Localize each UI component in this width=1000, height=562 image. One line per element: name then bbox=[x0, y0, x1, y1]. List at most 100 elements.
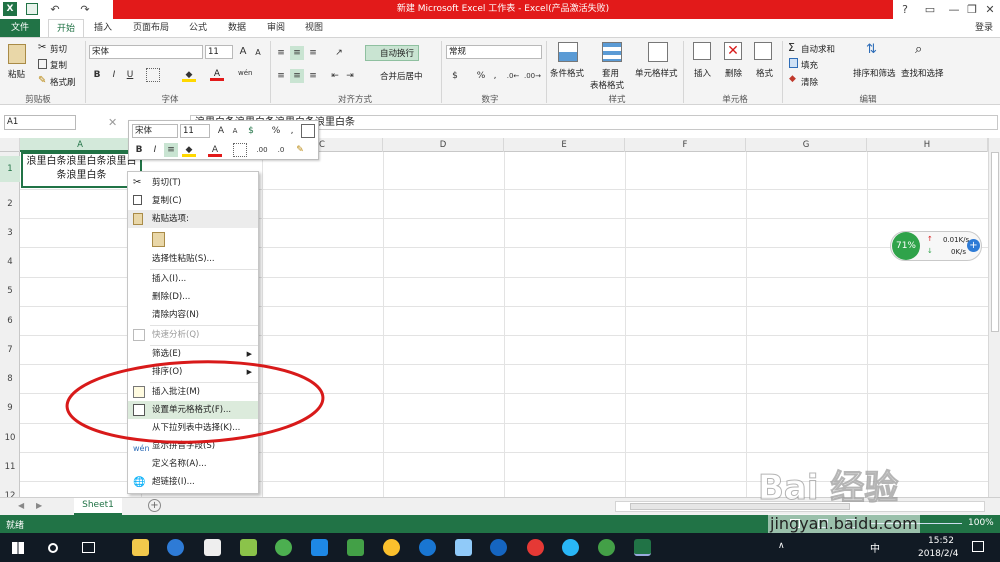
find-select-button[interactable]: 查找和选择 bbox=[901, 67, 944, 79]
redo-icon[interactable]: ↷ bbox=[78, 0, 92, 19]
menu-item-cut[interactable]: ✂ 剪切(T) bbox=[128, 174, 258, 192]
borders-icon[interactable] bbox=[146, 68, 160, 82]
format-painter-button[interactable]: 格式刷 bbox=[50, 76, 76, 88]
paste-icon[interactable] bbox=[8, 44, 26, 64]
tab-data[interactable]: 数据 bbox=[228, 19, 246, 37]
font-color-button[interactable]: A bbox=[210, 67, 224, 81]
align-top-icon[interactable]: ≡ bbox=[274, 46, 288, 60]
align-center-icon[interactable]: ≡ bbox=[290, 69, 304, 83]
app-yellow-icon[interactable] bbox=[383, 539, 400, 556]
indent-increase-icon[interactable]: ⇥ bbox=[343, 69, 357, 83]
menu-item-define-name[interactable]: 定义名称(A)... bbox=[128, 455, 258, 473]
sheet-next-icon[interactable]: ▶ bbox=[36, 501, 42, 510]
insert-cells-button[interactable]: 插入 bbox=[694, 67, 711, 79]
wechat-icon[interactable] bbox=[598, 539, 615, 556]
currency-icon[interactable]: $ bbox=[448, 69, 462, 83]
clock-time[interactable]: 15:52 bbox=[928, 536, 954, 546]
mini-currency-icon[interactable]: $ bbox=[244, 124, 258, 138]
clear-button[interactable]: 清除 bbox=[801, 76, 818, 88]
ribbon-display-icon[interactable]: ▭ bbox=[920, 0, 940, 19]
save-icon[interactable] bbox=[26, 3, 38, 15]
mini-percent-button[interactable]: % bbox=[269, 124, 283, 138]
tab-review[interactable]: 审阅 bbox=[267, 19, 285, 37]
row-header-7[interactable]: 7 bbox=[0, 345, 20, 355]
font-size-select[interactable]: 11 bbox=[205, 45, 233, 59]
merge-center-button[interactable]: 合并后居中 bbox=[367, 70, 423, 82]
format-cells-ribbon-button[interactable]: 格式 bbox=[756, 67, 773, 79]
row-header-1[interactable]: 1 bbox=[0, 156, 20, 182]
minimize-button[interactable]: — bbox=[945, 0, 963, 19]
row-header-4[interactable]: 4 bbox=[0, 257, 20, 267]
tab-insert[interactable]: 插入 bbox=[94, 19, 112, 37]
cancel-icon[interactable]: ✕ bbox=[108, 116, 117, 129]
restore-button[interactable]: ❐ bbox=[963, 0, 981, 19]
scroll-thumb[interactable] bbox=[991, 152, 999, 332]
paint-icon[interactable] bbox=[240, 539, 257, 556]
fill-button[interactable]: 填充 bbox=[801, 59, 818, 71]
row-header-2[interactable]: 2 bbox=[0, 199, 20, 209]
app-blue-icon[interactable] bbox=[419, 539, 436, 556]
undo-icon[interactable]: ↶ bbox=[48, 0, 62, 19]
file-explorer-icon[interactable] bbox=[132, 539, 149, 556]
format-as-table-label-2[interactable]: 表格格式 bbox=[590, 79, 624, 91]
select-all-corner[interactable] bbox=[0, 138, 20, 152]
mini-increase-decimal-button[interactable]: .00 bbox=[255, 143, 269, 157]
conditional-format-button[interactable]: 条件格式 bbox=[550, 67, 584, 79]
row-header-6[interactable]: 6 bbox=[0, 316, 20, 326]
vertical-scrollbar[interactable] bbox=[988, 138, 1000, 497]
phonetic-button[interactable]: wén bbox=[238, 66, 252, 80]
add-sheet-icon[interactable]: + bbox=[148, 499, 161, 512]
close-button[interactable]: ✕ bbox=[981, 0, 999, 19]
mini-bold-button[interactable]: B bbox=[132, 143, 146, 157]
column-header-h[interactable]: H bbox=[867, 138, 988, 152]
sheet-tab-sheet1[interactable]: Sheet1 bbox=[74, 498, 122, 515]
column-header-d[interactable]: D bbox=[383, 138, 504, 152]
wrap-text-button[interactable]: 自动换行 bbox=[365, 45, 420, 61]
weibo-icon[interactable] bbox=[527, 539, 544, 556]
align-left-icon[interactable]: ≡ bbox=[274, 69, 288, 83]
row-header-9[interactable]: 9 bbox=[0, 403, 20, 413]
login-link[interactable]: 登录 bbox=[975, 19, 993, 37]
column-header-f[interactable]: F bbox=[625, 138, 746, 152]
mini-shrink-font-icon[interactable]: A bbox=[228, 124, 242, 138]
menu-item-delete[interactable]: 删除(D)... bbox=[128, 288, 258, 306]
video-player-icon[interactable] bbox=[311, 539, 328, 556]
menu-item-hyperlink[interactable]: 🌐 超链接(I)... bbox=[128, 473, 258, 491]
align-bottom-icon[interactable]: ≡ bbox=[306, 46, 320, 60]
indent-decrease-icon[interactable]: ⇤ bbox=[328, 69, 342, 83]
app-green-icon[interactable] bbox=[275, 539, 292, 556]
percent-button[interactable]: % bbox=[474, 69, 488, 83]
menu-item-clear-contents[interactable]: 清除内容(N) bbox=[128, 306, 258, 324]
netspeed-widget[interactable]: 71% ↑ 0.01K/s ↓ 0K/s + bbox=[890, 231, 982, 261]
mini-comma-button[interactable]: , bbox=[285, 124, 299, 138]
mini-italic-button[interactable]: I bbox=[148, 143, 162, 157]
mini-grow-font-icon[interactable]: A bbox=[214, 124, 228, 138]
row-header-3[interactable]: 3 bbox=[0, 228, 20, 238]
mini-font-color-icon[interactable]: A bbox=[208, 143, 222, 157]
menu-item-paste-special[interactable]: 选择性粘贴(S)... bbox=[128, 250, 258, 268]
menu-item-copy[interactable]: 复制(C) bbox=[128, 192, 258, 210]
align-middle-icon[interactable]: ≡ bbox=[290, 46, 304, 60]
tab-file[interactable]: 文件 bbox=[0, 19, 40, 37]
ime-indicator[interactable]: 中 bbox=[870, 540, 880, 555]
menu-item-paste[interactable] bbox=[128, 228, 258, 250]
menu-item-insert[interactable]: 插入(I)... bbox=[128, 270, 258, 288]
browser-icon[interactable] bbox=[167, 539, 184, 556]
tab-view[interactable]: 视图 bbox=[305, 19, 323, 37]
tab-formulas[interactable]: 公式 bbox=[189, 19, 207, 37]
mini-size-select[interactable]: 11 bbox=[180, 124, 210, 138]
row-header-11[interactable]: 11 bbox=[0, 462, 20, 472]
align-right-icon[interactable]: ≡ bbox=[306, 69, 320, 83]
clock-date[interactable]: 2018/2/4 bbox=[918, 549, 958, 559]
mini-align-center-icon[interactable]: ≡ bbox=[164, 143, 178, 157]
bold-button[interactable]: B bbox=[90, 68, 104, 82]
font-name-select[interactable]: 宋体 bbox=[89, 45, 203, 59]
copy-button[interactable]: 复制 bbox=[50, 59, 67, 71]
zoom-level[interactable]: 100% bbox=[968, 518, 994, 528]
mini-borders-icon[interactable] bbox=[233, 143, 247, 157]
column-header-g[interactable]: G bbox=[746, 138, 867, 152]
plus-icon[interactable]: + bbox=[967, 239, 980, 252]
row-header-10[interactable]: 10 bbox=[0, 433, 20, 443]
shrink-font-button[interactable]: A bbox=[251, 46, 265, 60]
ie-icon[interactable] bbox=[562, 539, 579, 556]
